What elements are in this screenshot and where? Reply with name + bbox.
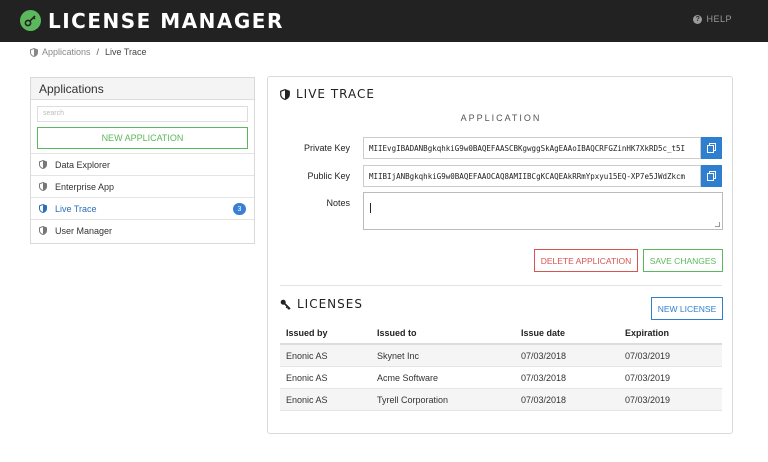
copy-public-key-button[interactable] (701, 165, 722, 187)
copy-icon (707, 143, 716, 153)
table-row[interactable]: Enonic AS Tyrell Corporation 07/03/2018 … (280, 389, 722, 411)
sidebar-item-enterprise-app[interactable]: Enterprise App (31, 175, 254, 197)
key-logo-icon (20, 10, 41, 31)
application-title: LIVE TRACE (296, 87, 375, 101)
breadcrumb-current: Live Trace (105, 47, 147, 57)
private-key-field[interactable]: MIIEvgIBADANBgkqhkiG9w0BAQEFAASCBKgwggSk… (363, 137, 701, 159)
shield-icon (39, 182, 47, 191)
cell-issue-date: 07/03/2018 (521, 394, 567, 405)
cell-issued-by: Enonic AS (286, 394, 328, 405)
licenses-heading: LICENSES (280, 297, 363, 311)
new-application-button[interactable]: NEW APPLICATION (37, 127, 248, 149)
notes-label: Notes (326, 198, 350, 208)
column-issue-date: Issue date (521, 328, 566, 338)
delete-application-button[interactable]: DELETE APPLICATION (534, 249, 638, 272)
license-count-badge: 3 (233, 203, 246, 215)
sidebar-item-live-trace[interactable]: Live Trace 3 (31, 197, 254, 219)
public-key-label: Public Key (307, 171, 350, 181)
private-key-label: Private Key (303, 143, 350, 153)
sidebar-title: Applications (31, 78, 254, 100)
top-bar: LICENSE MANAGER ? HELP (0, 0, 768, 42)
cell-issued-by: Enonic AS (286, 372, 328, 383)
search-input[interactable]: search (37, 106, 248, 122)
resize-grip-icon[interactable] (715, 222, 720, 227)
application-heading: LIVE TRACE (280, 87, 375, 101)
cell-expiration: 07/03/2019 (625, 372, 671, 383)
sidebar-item-label: Data Explorer (55, 159, 111, 170)
cell-issued-to: Tyrell Corporation (377, 394, 449, 405)
copy-private-key-button[interactable] (701, 137, 722, 159)
application-list: Data Explorer Enterprise App Live Trace … (31, 153, 254, 241)
applications-sidebar: Applications search NEW APPLICATION Data… (30, 77, 255, 244)
cell-expiration: 07/03/2019 (625, 394, 671, 405)
breadcrumb-separator: / (96, 47, 100, 57)
notes-textarea[interactable] (363, 192, 723, 230)
key-icon (280, 299, 291, 310)
cell-issue-date: 07/03/2018 (521, 372, 567, 383)
shield-icon (39, 226, 47, 235)
table-row[interactable]: Enonic AS Acme Software 07/03/2018 07/03… (280, 367, 722, 389)
table-header: Issued by Issued to Issue date Expiratio… (280, 323, 722, 345)
cell-issued-to: Acme Software (377, 372, 439, 383)
help-label: HELP (706, 14, 732, 24)
table-row[interactable]: Enonic AS Skynet Inc 07/03/2018 07/03/20… (280, 345, 722, 367)
column-issued-by: Issued by (286, 328, 328, 338)
new-license-button[interactable]: NEW LICENSE (651, 297, 723, 320)
cell-issued-by: Enonic AS (286, 350, 328, 361)
licenses-table: Issued by Issued to Issue date Expiratio… (280, 323, 722, 411)
help-link[interactable]: ? HELP (693, 14, 732, 24)
licenses-title: LICENSES (297, 297, 363, 311)
text-caret (370, 203, 371, 213)
application-detail-panel: LIVE TRACE APPLICATION Private Key MIIEv… (267, 76, 733, 434)
shield-icon (39, 160, 47, 169)
column-issued-to: Issued to (377, 328, 417, 338)
sidebar-item-label: Enterprise App (55, 181, 115, 192)
shield-icon (30, 47, 38, 57)
section-divider (280, 285, 722, 286)
sidebar-item-label: User Manager (55, 225, 113, 236)
sidebar-item-user-manager[interactable]: User Manager (31, 219, 254, 241)
cell-issued-to: Skynet Inc (377, 350, 420, 361)
breadcrumb-applications-link[interactable]: Applications (42, 47, 91, 57)
shield-icon (39, 204, 47, 213)
app-title: LICENSE MANAGER (48, 9, 284, 33)
sidebar-item-label: Live Trace (55, 203, 97, 214)
column-expiration: Expiration (625, 328, 670, 338)
save-changes-button[interactable]: SAVE CHANGES (643, 249, 723, 272)
public-key-field[interactable]: MIIBIjANBgkqhkiG9w0BAQEFAAOCAQ8AMIIBCgKC… (363, 165, 701, 187)
question-icon: ? (693, 14, 703, 24)
breadcrumb: Applications / Live Trace (30, 47, 147, 57)
sidebar-item-data-explorer[interactable]: Data Explorer (31, 153, 254, 175)
shield-icon (280, 88, 290, 100)
cell-issue-date: 07/03/2018 (521, 350, 567, 361)
copy-icon (707, 171, 716, 181)
application-subheading: APPLICATION (460, 113, 542, 123)
cell-expiration: 07/03/2019 (625, 350, 671, 361)
